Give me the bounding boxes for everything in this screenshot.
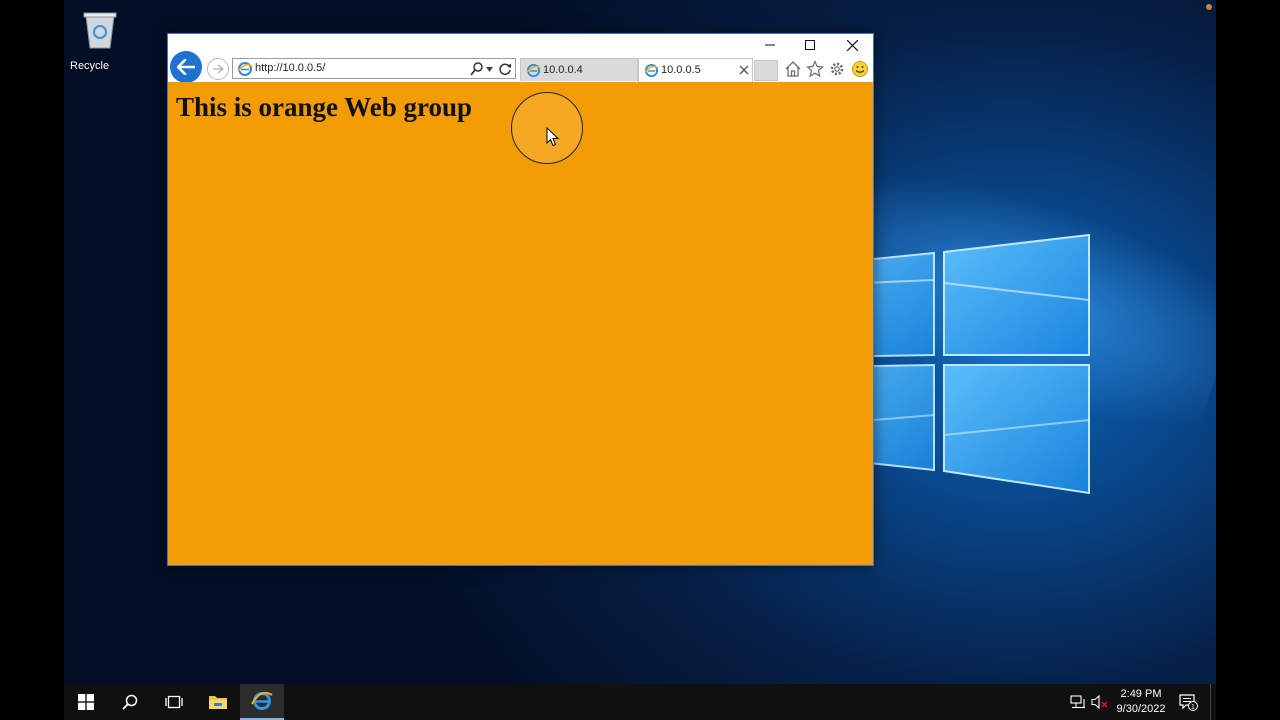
address-bar[interactable]: http://10.0.0.5/ bbox=[232, 58, 516, 79]
mouse-cursor-icon bbox=[546, 127, 560, 147]
back-arrow-icon bbox=[177, 59, 195, 75]
star-icon[interactable] bbox=[806, 60, 824, 78]
ie-page-icon bbox=[237, 62, 253, 76]
forward-button[interactable] bbox=[207, 58, 229, 80]
network-icon[interactable] bbox=[1070, 695, 1086, 709]
chevron-down-icon[interactable] bbox=[486, 67, 493, 72]
notification-dot bbox=[1206, 4, 1212, 10]
address-url-text: http://10.0.0.5/ bbox=[255, 62, 326, 74]
page-heading: This is orange Web group bbox=[176, 92, 473, 122]
task-view-button[interactable] bbox=[152, 684, 196, 720]
internet-explorer-taskbar-button[interactable] bbox=[240, 684, 284, 720]
maximize-button[interactable] bbox=[790, 34, 830, 56]
ie-page-icon bbox=[644, 63, 659, 78]
folder-icon bbox=[209, 696, 227, 709]
tab-10-0-0-4[interactable]: 10.0.0.4 bbox=[520, 58, 638, 81]
home-icon[interactable] bbox=[784, 60, 802, 78]
volume-muted-icon[interactable] bbox=[1091, 694, 1108, 710]
tab-label: 10.0.0.4 bbox=[543, 64, 583, 76]
maximize-icon bbox=[805, 40, 815, 50]
taskbar: 2:49 PM 9/30/2022 1 bbox=[64, 684, 1216, 720]
action-center-icon[interactable]: 1 bbox=[1178, 693, 1198, 711]
forward-arrow-icon bbox=[213, 64, 224, 74]
file-explorer-button[interactable] bbox=[196, 684, 240, 720]
recycle-bin-shortcut[interactable]: Recycle bbox=[68, 8, 132, 72]
start-button[interactable] bbox=[64, 684, 108, 720]
title-bar[interactable] bbox=[168, 34, 873, 56]
navigation-bar: http://10.0.0.5/ 10.0.0.4 10.0.0.5 bbox=[168, 51, 873, 83]
minimize-button[interactable] bbox=[750, 34, 790, 56]
close-icon bbox=[846, 39, 858, 51]
internet-explorer-window: http://10.0.0.5/ 10.0.0.4 10.0.0.5 This … bbox=[167, 33, 874, 566]
smiley-icon[interactable] bbox=[851, 60, 869, 78]
tab-10-0-0-5[interactable]: 10.0.0.5 bbox=[638, 58, 753, 82]
desktop: Recycle http://10.0.0.5/ 10.0.0.4 10.0.0… bbox=[64, 0, 1216, 720]
search-button[interactable] bbox=[108, 684, 152, 720]
close-button[interactable] bbox=[832, 34, 872, 56]
internet-explorer-icon bbox=[251, 691, 273, 710]
close-icon[interactable] bbox=[739, 65, 749, 75]
recycle-bin-label: Recycle bbox=[70, 60, 110, 72]
refresh-icon[interactable] bbox=[498, 62, 512, 76]
show-desktop-button[interactable] bbox=[1210, 684, 1216, 720]
windows-start-icon bbox=[78, 694, 94, 710]
page-content: This is orange Web group bbox=[168, 82, 873, 565]
gear-icon[interactable] bbox=[828, 60, 846, 78]
tab-label: 10.0.0.5 bbox=[661, 64, 701, 76]
task-view-icon bbox=[165, 695, 183, 709]
system-clock[interactable]: 2:49 PM 9/30/2022 bbox=[1112, 687, 1170, 717]
minimize-icon bbox=[765, 44, 775, 46]
search-icon[interactable] bbox=[470, 61, 484, 76]
new-tab-button[interactable] bbox=[754, 60, 778, 81]
ie-page-icon bbox=[526, 63, 541, 78]
search-icon bbox=[122, 694, 138, 710]
clock-date: 9/30/2022 bbox=[1116, 703, 1166, 715]
clock-time: 2:49 PM bbox=[1120, 688, 1162, 700]
notification-count: 1 bbox=[1191, 704, 1195, 711]
recycle-bin-icon bbox=[83, 12, 117, 49]
back-button[interactable] bbox=[170, 51, 202, 83]
